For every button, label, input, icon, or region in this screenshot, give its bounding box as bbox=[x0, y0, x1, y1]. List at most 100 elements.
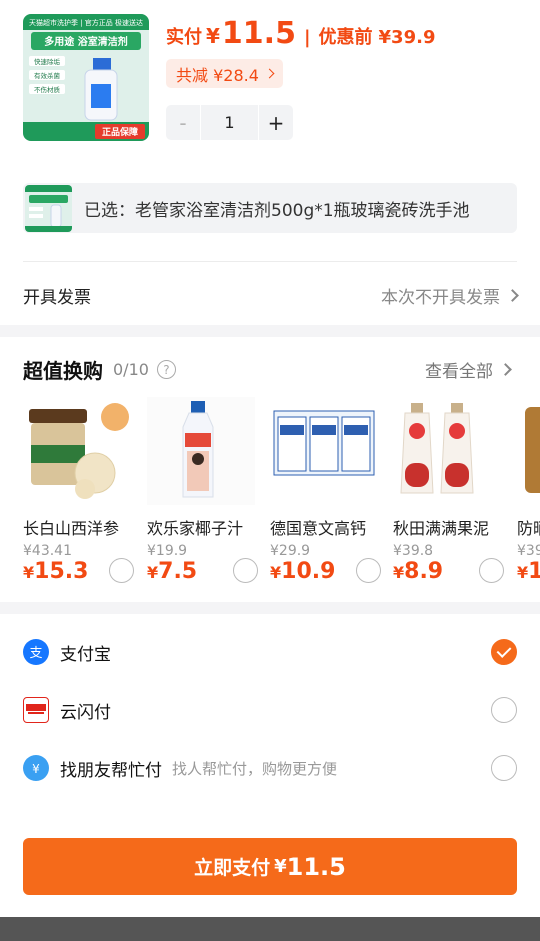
deal-orig-price: ¥19.9 bbox=[147, 543, 188, 559]
price-separator: | bbox=[303, 27, 311, 48]
deal-select-radio[interactable] bbox=[479, 558, 504, 583]
payment-option-friend-pay[interactable]: ¥ 找朋友帮忙付 找人帮忙付，购物更方便 bbox=[23, 748, 517, 788]
help-icon[interactable]: ? bbox=[156, 360, 176, 379]
original-price: ¥39.9 bbox=[378, 27, 436, 48]
pay-now-label: 立即支付 bbox=[194, 857, 271, 879]
saving-badge[interactable]: 共减 ¥28.4 bbox=[166, 59, 283, 88]
deal-orig-price: ¥39.8 bbox=[393, 543, 434, 559]
deal-price-value: 14 bbox=[528, 559, 540, 584]
deal-price: ¥10.9 bbox=[270, 559, 335, 584]
ginseng-jar-image bbox=[23, 397, 131, 505]
deal-price-value: 10.9 bbox=[281, 559, 336, 584]
deals-header: 超值换购 0/10 ? bbox=[23, 355, 176, 384]
svg-text:支: 支 bbox=[29, 646, 42, 660]
deal-price-value: 7.5 bbox=[158, 559, 198, 584]
milk-box-image bbox=[270, 397, 378, 505]
invoice-value: 本次不开具发票 bbox=[381, 287, 500, 308]
thumb-guarantee-text: 正品保障 bbox=[102, 126, 138, 138]
payment-section: 支 支付宝 云闪付 ¥ 找朋友帮忙付 找人帮忙付，购物更方便 立即支付 ¥ 11… bbox=[0, 614, 540, 917]
fruit-puree-pouch-icon bbox=[393, 397, 501, 505]
coconut-juice-bottle-icon bbox=[147, 397, 255, 505]
cleaner-thumbnail-icon bbox=[25, 184, 72, 232]
deal-name: 欢乐家椰子汁 bbox=[147, 519, 244, 538]
deal-price: ¥8.9 bbox=[393, 559, 443, 584]
deals-list: 长白山西洋参 ¥43.41 ¥15.3 欢乐家椰子汁 ¥19.9 ¥7.5 德国… bbox=[23, 397, 540, 597]
unionpay-icon bbox=[23, 697, 49, 723]
thumb-feature-2: 有效杀菌 bbox=[34, 71, 61, 80]
payment-radio[interactable] bbox=[491, 755, 517, 781]
payment-radio-checked[interactable] bbox=[491, 639, 517, 665]
deal-item[interactable]: 防晒 ¥39 ¥14 bbox=[517, 397, 540, 592]
thumb-feature-3: 不伤材质 bbox=[34, 85, 61, 94]
thumb-title-text: 多用途 浴室清洁剂 bbox=[44, 35, 127, 48]
pay-now-amount: 11.5 bbox=[286, 852, 346, 881]
deals-title: 超值换购 bbox=[23, 359, 103, 383]
deal-orig-price: ¥29.9 bbox=[270, 543, 311, 559]
alipay-icon: 支 bbox=[23, 639, 49, 665]
deal-price-value: 15.3 bbox=[34, 559, 89, 584]
cleaner-spray-bottle-icon: 天猫超市洗护季 | 官方正品 极速送达 多用途 浴室清洁剂 快速除垢 有效杀菌 … bbox=[23, 14, 149, 141]
deal-name: 德国意文高钙 bbox=[270, 519, 367, 538]
deal-orig-price: ¥39 bbox=[517, 543, 540, 559]
deals-count: 0/10 bbox=[113, 360, 149, 379]
pay-now-button[interactable]: 立即支付 ¥ 11.5 bbox=[23, 838, 517, 895]
paid-label: 实付 bbox=[166, 27, 202, 48]
payment-subtitle: 找人帮忙付，购物更方便 bbox=[172, 759, 338, 778]
fruit-puree-image bbox=[393, 397, 501, 505]
invoice-label: 开具发票 bbox=[23, 287, 91, 308]
deal-select-radio[interactable] bbox=[356, 558, 381, 583]
payment-radio[interactable] bbox=[491, 697, 517, 723]
deal-item[interactable]: 长白山西洋参 ¥43.41 ¥15.3 bbox=[23, 397, 138, 592]
payment-option-unionpay[interactable]: 云闪付 bbox=[23, 690, 517, 730]
deal-select-radio[interactable] bbox=[109, 558, 134, 583]
deal-item[interactable]: 欢乐家椰子汁 ¥19.9 ¥7.5 bbox=[147, 397, 262, 592]
payment-name: 找朋友帮忙付 bbox=[60, 760, 162, 781]
chevron-right-icon bbox=[499, 363, 512, 376]
payment-name: 云闪付 bbox=[60, 702, 111, 723]
thumb-feature-1: 快速除垢 bbox=[34, 57, 61, 66]
sku-thumbnail bbox=[25, 184, 72, 232]
paid-price: 11.5 bbox=[221, 16, 296, 51]
payment-name: 支付宝 bbox=[60, 644, 111, 665]
deal-price-currency: ¥ bbox=[393, 563, 405, 582]
deal-price-currency: ¥ bbox=[270, 563, 282, 582]
value-deals-section: 超值换购 0/10 ? 查看全部 长白山西洋参 ¥43.41 ¥15.3 欢乐家… bbox=[0, 337, 540, 602]
deal-name: 秋田满满果泥 bbox=[393, 519, 490, 538]
deal-price: ¥7.5 bbox=[147, 559, 197, 584]
view-all-label: 查看全部 bbox=[425, 362, 493, 382]
deal-price-value: 8.9 bbox=[404, 559, 444, 584]
quantity-value[interactable]: 1 bbox=[200, 105, 259, 140]
price-currency: ¥ bbox=[206, 24, 220, 48]
sunscreen-icon bbox=[517, 397, 540, 505]
deal-name: 防晒 bbox=[517, 519, 540, 538]
coconut-juice-image bbox=[147, 397, 255, 505]
divider bbox=[23, 261, 517, 262]
bottom-bar bbox=[0, 917, 540, 941]
pay-now-currency: ¥ bbox=[274, 856, 287, 877]
saving-text: 共减 ¥28.4 bbox=[176, 65, 259, 85]
deal-price: ¥15.3 bbox=[23, 559, 88, 584]
deal-price: ¥14 bbox=[517, 559, 540, 584]
original-price-label: 优惠前 bbox=[318, 27, 373, 48]
payment-option-alipay[interactable]: 支 支付宝 bbox=[23, 632, 517, 672]
view-all-link[interactable]: 查看全部 bbox=[425, 357, 512, 382]
deal-price-currency: ¥ bbox=[23, 563, 35, 582]
chevron-right-icon bbox=[506, 288, 519, 302]
invoice-value-wrap: 本次不开具发票 bbox=[381, 283, 519, 308]
invoice-row[interactable]: 开具发票 本次不开具发票 bbox=[23, 278, 519, 312]
deal-orig-price: ¥43.41 bbox=[23, 543, 72, 559]
product-image[interactable]: 天猫超市洗护季 | 官方正品 极速送达 多用途 浴室清洁剂 快速除垢 有效杀菌 … bbox=[23, 14, 149, 141]
deal-item[interactable]: 德国意文高钙 ¥29.9 ¥10.9 bbox=[270, 397, 385, 592]
decrease-button[interactable]: - bbox=[166, 111, 200, 135]
svg-text:¥: ¥ bbox=[32, 762, 40, 776]
deal-item[interactable]: 秋田满满果泥 ¥39.8 ¥8.9 bbox=[393, 397, 508, 592]
sunscreen-image bbox=[517, 397, 540, 505]
thumb-banner-text: 天猫超市洗护季 | 官方正品 极速送达 bbox=[29, 18, 143, 27]
deal-price-currency: ¥ bbox=[517, 563, 529, 582]
product-card: 天猫超市洗护季 | 官方正品 极速送达 多用途 浴室清洁剂 快速除垢 有效杀菌 … bbox=[0, 0, 540, 325]
deal-select-radio[interactable] bbox=[233, 558, 258, 583]
selected-sku[interactable]: 已选：老管家浴室清洁剂500g*1瓶玻璃瓷砖洗手池 bbox=[23, 183, 517, 233]
selected-sku-text: 已选：老管家浴室清洁剂500g*1瓶玻璃瓷砖洗手池 bbox=[84, 200, 470, 221]
increase-button[interactable]: + bbox=[259, 111, 293, 135]
friend-pay-icon: ¥ bbox=[23, 755, 49, 781]
